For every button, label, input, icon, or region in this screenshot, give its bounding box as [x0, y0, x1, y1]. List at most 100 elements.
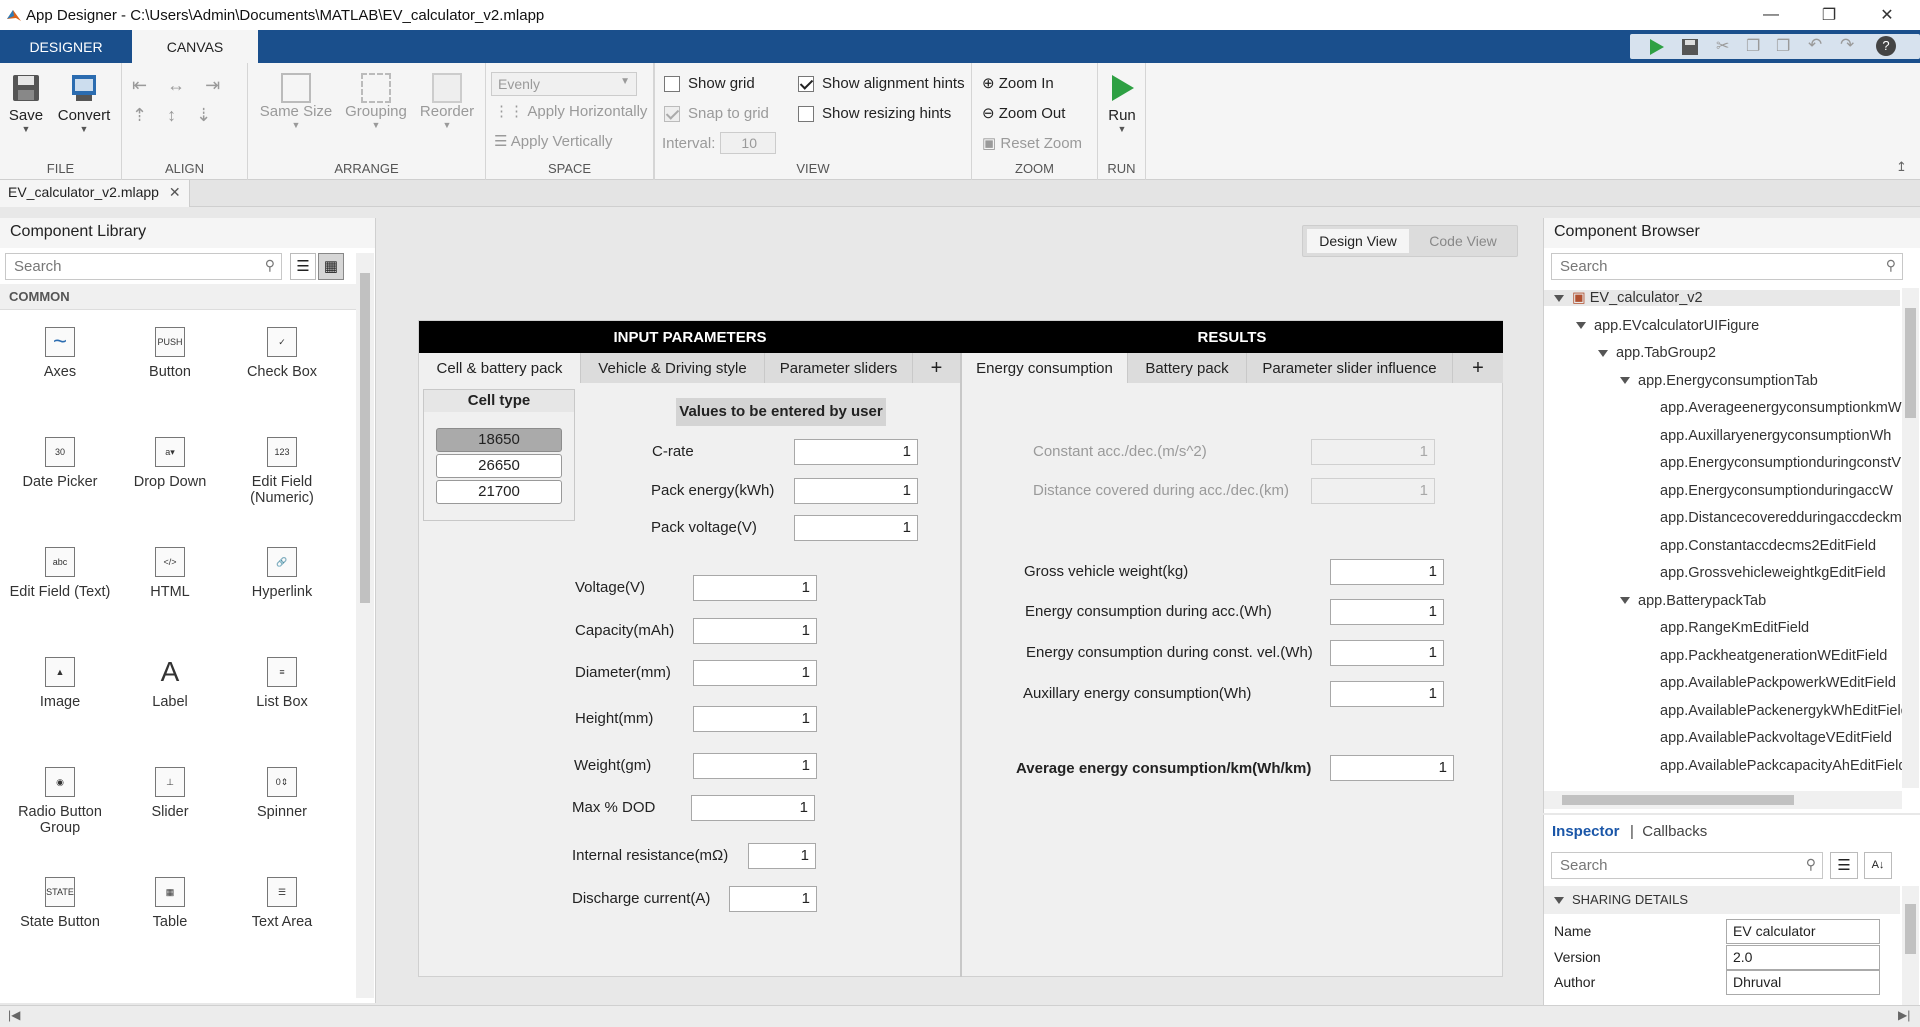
tab-canvas[interactable]: CANVAS [132, 30, 258, 63]
copy-icon[interactable]: ❐ [1746, 36, 1760, 56]
tree-node[interactable]: app.AvailablePackcapacityAhEditField [1642, 758, 1906, 774]
expand-icon[interactable] [1576, 322, 1586, 330]
library-item-list-box[interactable]: ≡ List Box [227, 656, 337, 710]
library-item-html[interactable]: </> HTML [115, 546, 225, 600]
inspector-row-value[interactable]: 2.0 [1726, 944, 1880, 970]
show-alignment-hints-checkbox[interactable]: Show alignment hints [798, 75, 965, 93]
library-item-check-box[interactable]: ✓ Check Box [227, 326, 337, 380]
expand-icon[interactable] [1620, 377, 1630, 385]
save-button[interactable]: Save ▼ [6, 73, 46, 134]
library-item-axes[interactable]: ~ Axes [5, 326, 115, 380]
status-expand-icon[interactable]: ▶| [1898, 1008, 1910, 1022]
numeric-edit-field[interactable]: 1 [729, 886, 817, 912]
numeric-edit-field[interactable]: 1 [1330, 681, 1444, 707]
tree-node[interactable]: app.EnergyconsumptionTab [1620, 373, 1818, 389]
numeric-edit-field[interactable]: 1 [693, 706, 817, 732]
tree-node[interactable]: app.EVcalculatorUIFigure [1576, 318, 1759, 334]
browser-search-input[interactable]: Search ⚲ [1551, 253, 1903, 280]
tree-node[interactable]: app.AvailablePackvoltageVEditField [1642, 730, 1892, 746]
tree-node[interactable]: app.PackheatgenerationWEditField [1642, 648, 1887, 664]
minimize-icon[interactable]: — [1748, 0, 1794, 30]
align-icons-row1[interactable]: ⇤↔⇥ [132, 75, 240, 96]
grid-view-icon[interactable]: ▦ [318, 253, 344, 280]
inspector-row-value[interactable]: Dhruval [1726, 970, 1880, 995]
list-view-icon[interactable]: ☰ [290, 253, 316, 280]
tree-node[interactable]: app.AverageenergyconsumptionkmW [1642, 400, 1902, 416]
convert-button[interactable]: Convert ▼ [54, 73, 114, 134]
tab-cell-battery-pack[interactable]: Cell & battery pack [419, 353, 581, 383]
apply-vertically-button[interactable]: ☰ Apply Vertically [494, 132, 613, 150]
sharing-details-section[interactable]: SHARING DETAILS [1544, 886, 1900, 914]
library-item-image[interactable]: ▲ Image [5, 656, 115, 710]
numeric-edit-field[interactable]: 1 [1330, 599, 1444, 625]
inspector-search-input[interactable]: Search ⚲ [1551, 852, 1823, 879]
cut-icon[interactable]: ✂ [1716, 36, 1729, 56]
add-result-tab-button[interactable]: + [1453, 353, 1503, 383]
numeric-edit-field[interactable]: 1 [693, 753, 817, 779]
inspector-tab[interactable]: Inspector [1552, 823, 1620, 840]
cell-type-18650-toggle[interactable]: 18650 [436, 428, 562, 452]
space-mode-dropdown[interactable]: Evenly ▼ [491, 72, 637, 96]
library-item-radio-button-group[interactable]: ◉ Radio Button Group [5, 766, 115, 836]
inspector-scrollbar[interactable] [1902, 886, 1919, 1006]
tree-node[interactable]: app.EnergyconsumptionduringaccW [1642, 483, 1893, 499]
paste-icon[interactable]: ❐ [1776, 36, 1790, 56]
snap-to-grid-checkbox[interactable]: Snap to grid [664, 105, 769, 123]
library-scrollbar[interactable] [356, 253, 374, 998]
tree-node[interactable]: app.EnergyconsumptionduringconstV [1642, 455, 1901, 471]
tree-node[interactable]: app.DistancecoveredduringaccdeckmE [1642, 510, 1911, 526]
tab-battery-pack[interactable]: Battery pack [1128, 353, 1247, 383]
library-item-spinner[interactable]: 0⇕ Spinner [227, 766, 337, 820]
expand-icon[interactable] [1598, 349, 1608, 357]
show-grid-checkbox[interactable]: Show grid [664, 75, 755, 93]
library-item-slider[interactable]: ⊥ Slider [115, 766, 225, 820]
tree-node[interactable]: app.Constantaccdecms2EditField [1642, 538, 1876, 554]
library-item-state-button[interactable]: STATE State Button [5, 876, 115, 930]
run-button[interactable]: Run ▼ [1102, 73, 1142, 134]
library-item-edit-field-numeric[interactable]: 123 Edit Field (Numeric) [227, 436, 337, 506]
undo-icon[interactable]: ↶ [1808, 35, 1822, 55]
numeric-edit-field[interactable]: 1 [693, 575, 817, 601]
numeric-edit-field[interactable]: 1 [693, 660, 817, 686]
numeric-edit-field[interactable]: 1 [693, 618, 817, 644]
cell-type-26650-toggle[interactable]: 26650 [436, 454, 562, 478]
tree-node[interactable]: ▣ EV_calculator_v2 [1544, 290, 1900, 306]
library-item-date-picker[interactable]: 30 Date Picker [5, 436, 115, 490]
tab-designer[interactable]: DESIGNER [0, 30, 132, 63]
tab-vehicle-driving-style[interactable]: Vehicle & Driving style [581, 353, 765, 383]
design-view-button[interactable]: Design View [1307, 229, 1409, 253]
reorder-button[interactable]: Reorder ▼ [412, 73, 482, 130]
numeric-edit-field[interactable]: 1 [794, 439, 918, 465]
apply-horizontally-button[interactable]: ⋮⋮ Apply Horizontally [494, 102, 647, 120]
help-icon[interactable]: ? [1876, 36, 1896, 56]
status-collapse-icon[interactable]: |◀ [8, 1008, 20, 1022]
show-resizing-hints-checkbox[interactable]: Show resizing hints [798, 105, 951, 123]
library-search-input[interactable]: Search ⚲ [5, 253, 282, 280]
redo-icon[interactable]: ↷ [1840, 35, 1854, 55]
tab-energy-consumption[interactable]: Energy consumption [962, 353, 1128, 383]
restore-icon[interactable]: ❐ [1806, 0, 1852, 30]
run-quick-icon[interactable] [1646, 37, 1666, 57]
browser-h-scrollbar[interactable] [1544, 791, 1902, 809]
add-tab-button[interactable]: + [913, 353, 961, 383]
code-view-button[interactable]: Code View [1411, 229, 1515, 253]
inspector-row-value[interactable]: EV calculator [1726, 919, 1880, 944]
tree-node[interactable]: app.BatterypackTab [1620, 593, 1766, 609]
save-quick-icon[interactable] [1680, 37, 1700, 57]
tree-node[interactable]: app.AuxillaryenergyconsumptionWh [1642, 428, 1891, 444]
tree-node[interactable]: app.RangeKmEditField [1642, 620, 1809, 636]
align-icons-row2[interactable]: ⇡↕⇣ [132, 105, 231, 126]
same-size-button[interactable]: Same Size ▼ [256, 73, 336, 130]
tree-node[interactable]: app.AvailablePackpowerkWEditField [1642, 675, 1896, 691]
library-item-table[interactable]: ▦ Table [115, 876, 225, 930]
tree-node[interactable]: app.TabGroup2 [1598, 345, 1716, 361]
collapse-ribbon-icon[interactable]: ↥ [1896, 159, 1907, 175]
numeric-edit-field[interactable]: 1 [748, 843, 816, 869]
browser-v-scrollbar[interactable] [1902, 288, 1919, 788]
cell-type-21700-toggle[interactable]: 21700 [436, 480, 562, 504]
expand-icon[interactable] [1554, 294, 1564, 302]
close-tab-icon[interactable]: ✕ [169, 184, 181, 200]
library-item-hyperlink[interactable]: 🔗 Hyperlink [227, 546, 337, 600]
numeric-edit-field[interactable]: 1 [1330, 559, 1444, 585]
callbacks-tab[interactable]: | Callbacks [1630, 823, 1707, 840]
